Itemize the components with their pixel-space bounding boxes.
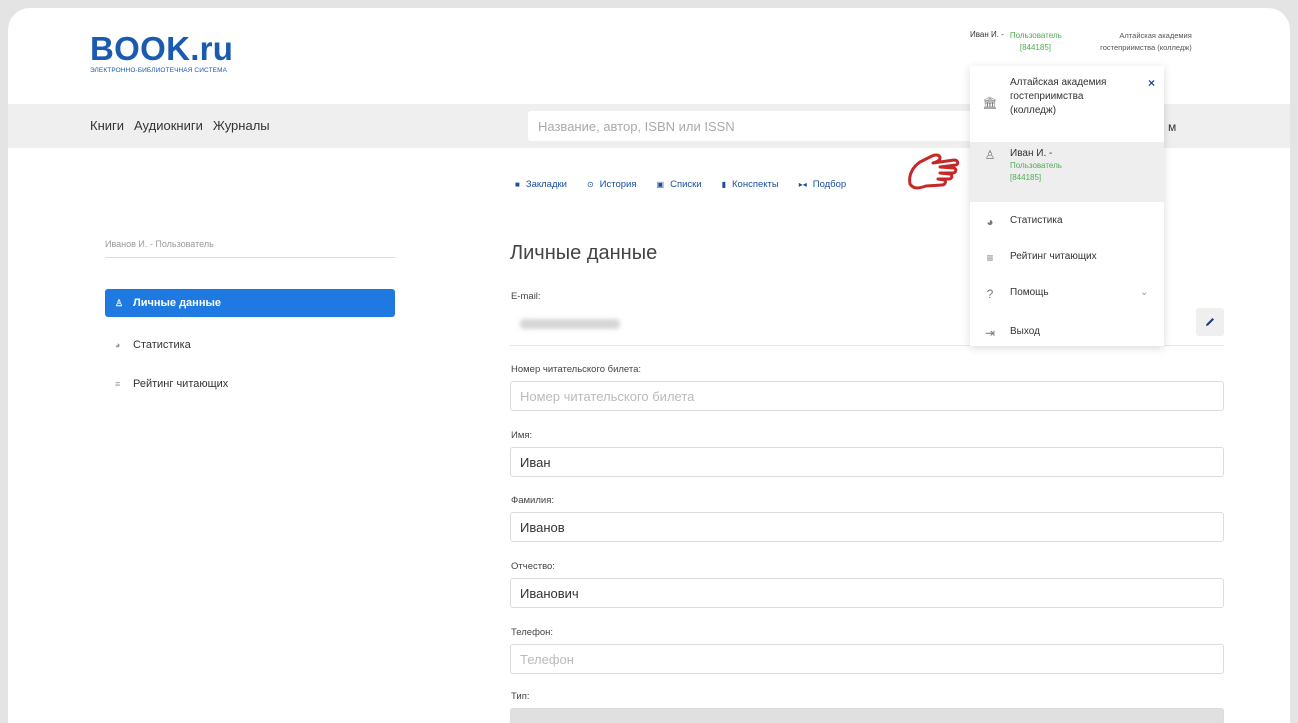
dropdown-user-text: Иван И. - Пользователь [844185]: [1010, 148, 1062, 184]
header-user-org: Алтайская академия гостеприимства (колле…: [1100, 31, 1192, 52]
phone-field[interactable]: Телефон: [510, 644, 1224, 674]
tab-lists[interactable]: ▣ Списки: [657, 179, 702, 190]
tab-label: История: [599, 179, 637, 190]
nav-right-fragment[interactable]: м: [1168, 120, 1176, 134]
list-icon: ≡: [115, 379, 121, 389]
dropdown-rating-label: Рейтинг читающих: [1010, 251, 1097, 262]
org-line-3: (колледж): [1010, 105, 1057, 116]
dropdown-help[interactable]: ? Помощь ⌄: [970, 287, 1164, 301]
patronymic-label: Отчество:: [511, 561, 555, 572]
pie-icon: ◕: [986, 215, 994, 229]
tab-label: Закладки: [525, 179, 567, 190]
dropdown-rating[interactable]: ≡ Рейтинг читающих: [970, 251, 1164, 265]
dropdown-statistics[interactable]: ◕ Статистика: [970, 215, 1164, 229]
edit-email-button[interactable]: [1196, 308, 1224, 336]
tab-label: Списки: [670, 179, 702, 190]
sidebar-item-label: Статистика: [133, 339, 191, 351]
list-icon: ≡: [986, 251, 994, 265]
nav-link-journals[interactable]: Журналы: [213, 118, 270, 133]
dropdown-user[interactable]: ♙ Иван И. - Пользователь [844185]: [970, 142, 1164, 202]
logo-subtitle: ЭЛЕКТРОННО-БИБЛИОТЕЧНАЯ СИСТЕМА: [90, 67, 228, 74]
chevron-down-icon: ⌄: [1140, 287, 1149, 298]
surname-label: Фамилия:: [511, 495, 554, 506]
history-icon: ⊙: [586, 180, 594, 189]
logout-icon: ⇥: [984, 326, 996, 340]
institution-icon: 🏛: [982, 96, 998, 110]
search-input[interactable]: Название, автор, ISBN или ISSN: [528, 111, 988, 141]
sidebar-item-label: Рейтинг читающих: [133, 378, 229, 390]
header-role-label: Пользователь: [1009, 31, 1062, 40]
page-frame: BOOK.ru ЭЛЕКТРОННО-БИБЛИОТЕЧНАЯ СИСТЕМА …: [8, 8, 1290, 723]
user-icon: ♙: [115, 297, 124, 308]
page-title: Личные данные: [510, 242, 658, 264]
header-user-menu[interactable]: Иван И. - Пользователь [844185] Алтайска…: [970, 30, 1192, 54]
notes-icon: ▮: [721, 180, 727, 189]
sidebar-user-label: Иванов И. - Пользователь: [105, 239, 395, 258]
help-icon: ?: [986, 287, 994, 301]
card-label: Номер читательского билета:: [511, 364, 642, 375]
dropdown-org[interactable]: 🏛 Алтайская академия гостеприимства (кол…: [970, 76, 1164, 118]
name-label: Имя:: [511, 430, 533, 441]
list-icon: ▣: [656, 180, 665, 189]
sidebar-item-personal-data[interactable]: ♙ Личные данные: [105, 289, 395, 317]
selection-icon: ▸◂: [798, 180, 807, 189]
tab-label: Конспекты: [732, 179, 779, 190]
tab-bookmarks[interactable]: ■ Закладки: [515, 179, 567, 190]
pencil-icon: [1206, 318, 1214, 326]
type-label: Тип:: [511, 691, 530, 702]
header-user-role: Пользователь [844185]: [1010, 30, 1062, 54]
email-value-blurred: [520, 319, 620, 329]
phone-label: Телефон:: [511, 627, 554, 638]
sidebar-item-statistics[interactable]: ◕ Статистика: [105, 331, 395, 359]
header-user-id: [844185]: [1019, 43, 1051, 52]
nav-link-books[interactable]: Книги: [90, 118, 124, 133]
dropdown-user-role: Пользователь: [1010, 161, 1062, 170]
pie-icon: ◕: [115, 340, 121, 350]
first-name-field[interactable]: Иван: [510, 447, 1224, 477]
profile-tabs: ■ Закладки ⊙ История ▣ Списки ▮ Конспекты ▸◂…: [515, 179, 846, 190]
dropdown-stats-label: Статистика: [1010, 215, 1063, 226]
logo[interactable]: BOOK.ru ЭЛЕКТРОННО-БИБЛИОТЕЧНАЯ СИСТЕМА: [90, 30, 233, 74]
logo-title: BOOK.ru: [90, 30, 234, 67]
tab-selection[interactable]: ▸◂ Подбор: [799, 179, 847, 190]
surname-field[interactable]: Иванов: [510, 512, 1224, 542]
sidebar-item-label: Личные данные: [133, 297, 221, 309]
card-number-field[interactable]: Номер читательского билета: [510, 381, 1224, 411]
dropdown-logout-label: Выход: [1010, 326, 1040, 337]
dropdown-logout[interactable]: ⇥ Выход: [970, 326, 1164, 340]
email-label: E-mail:: [511, 291, 541, 302]
dropdown-org-text: Алтайская академия гостеприимства (колле…: [1010, 76, 1106, 118]
dropdown-user-name: Иван И. -: [1010, 148, 1053, 159]
nav-links: Книги Аудиокниги Журналы: [90, 118, 270, 133]
org-line-2: гостеприимства: [1010, 91, 1084, 102]
nav-link-audiobooks[interactable]: Аудиокниги: [134, 118, 203, 133]
sidebar-item-rating[interactable]: ≡ Рейтинг читающих: [105, 370, 395, 398]
user-icon: ♙: [984, 148, 996, 162]
dropdown-user-id: [844185]: [1010, 173, 1042, 182]
user-dropdown-menu: × 🏛 Алтайская академия гостеприимства (к…: [970, 66, 1164, 346]
tab-history[interactable]: ⊙ История: [587, 179, 637, 190]
type-select[interactable]: [510, 708, 1224, 723]
dropdown-help-label: Помощь: [1010, 287, 1049, 298]
bookmark-icon: ■: [515, 180, 520, 189]
org-line-1: Алтайская академия: [1010, 77, 1107, 88]
patronymic-field[interactable]: Иванович: [510, 578, 1224, 608]
tab-label: Подбор: [812, 179, 847, 190]
pointing-hand-icon: [908, 153, 960, 190]
tab-notes[interactable]: ▮ Конспекты: [722, 179, 779, 190]
header-user-name: Иван И. -: [970, 30, 1004, 39]
